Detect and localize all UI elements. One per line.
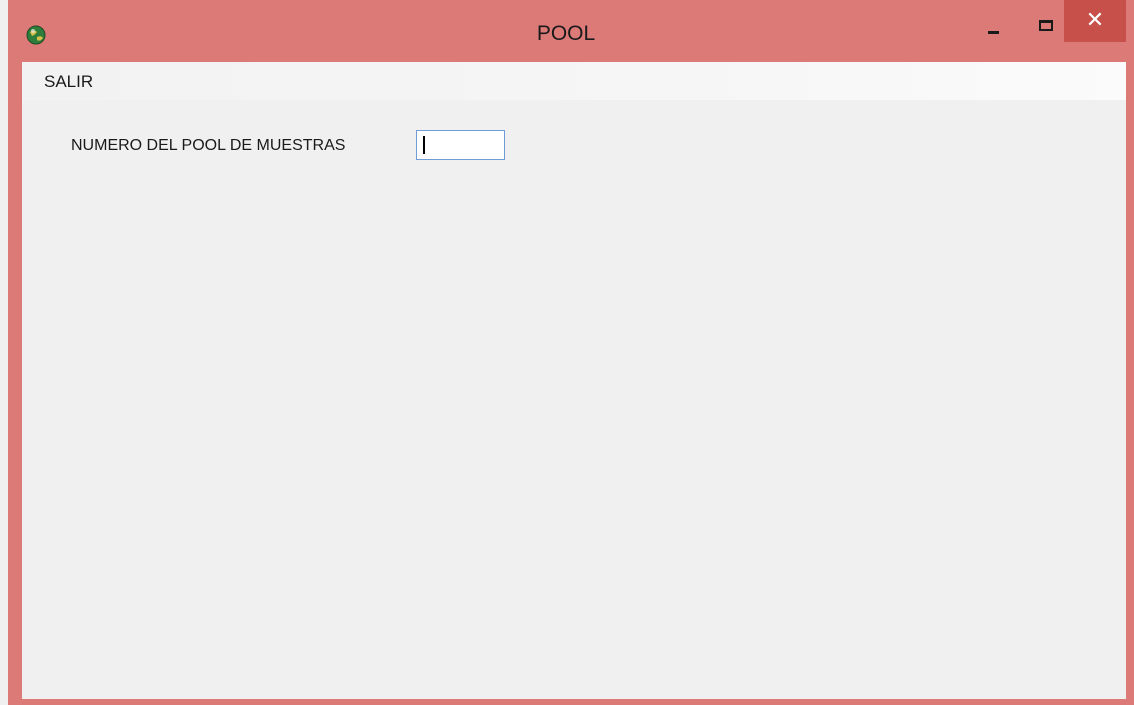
minimize-button[interactable] xyxy=(978,14,1008,40)
window-title: POOL xyxy=(536,22,596,45)
client-area: SALIR NUMERO DEL POOL DE MUESTRAS xyxy=(22,62,1126,699)
pool-number-label: NUMERO DEL POOL DE MUESTRAS xyxy=(71,137,346,154)
maximize-button[interactable] xyxy=(1032,14,1062,40)
close-icon: ✕ xyxy=(1085,8,1105,33)
title-bar[interactable]: POOL ✕ xyxy=(8,0,1134,62)
menu-item-salir[interactable]: SALIR xyxy=(40,72,97,92)
text-caret xyxy=(423,136,425,154)
menu-bar: SALIR xyxy=(22,62,1126,100)
pool-number-input[interactable] xyxy=(416,130,505,160)
close-button[interactable]: ✕ xyxy=(1064,0,1126,42)
app-window: POOL ✕ SALIR NUMERO DEL POOL DE MUESTRAS xyxy=(8,0,1134,705)
